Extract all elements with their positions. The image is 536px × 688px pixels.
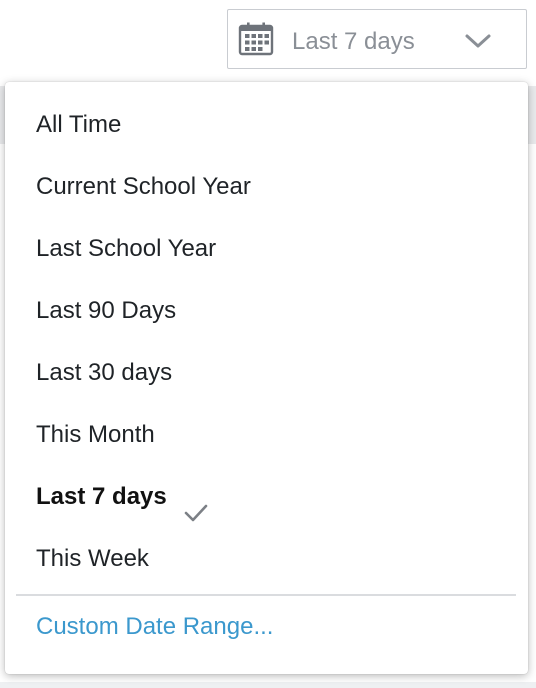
menu-item-all-time[interactable]: All Time xyxy=(5,94,528,156)
menu-item-label: All Time xyxy=(36,111,122,138)
page-background-edge xyxy=(528,86,536,144)
menu-item-label: This Month xyxy=(36,421,155,448)
menu-item-this-month[interactable]: This Month xyxy=(5,404,528,466)
chevron-down-icon xyxy=(464,32,492,50)
menu-item-last-30-days[interactable]: Last 30 days xyxy=(5,342,528,404)
menu-item-label: Last School Year xyxy=(36,235,217,262)
menu-item-last-7-days[interactable]: Last 7 days xyxy=(5,466,528,528)
menu-item-label: Last 30 days xyxy=(36,359,173,386)
menu-item-label: This Week xyxy=(36,545,149,572)
menu-item-last-90-days[interactable]: Last 90 Days xyxy=(5,280,528,342)
menu-item-last-school-year[interactable]: Last School Year xyxy=(5,218,528,280)
menu-item-label: Last 90 Days xyxy=(36,297,177,324)
date-range-menu: All Time Current School Year Last School… xyxy=(5,82,528,674)
calendar-icon xyxy=(238,22,274,56)
menu-item-label: Current School Year xyxy=(36,173,251,200)
page-background-edge xyxy=(0,682,536,688)
menu-item-label: Last 7 days xyxy=(36,483,167,510)
date-range-selected-label: Last 7 days xyxy=(292,28,415,55)
menu-item-current-school-year[interactable]: Current School Year xyxy=(5,156,528,218)
menu-item-this-week[interactable]: This Week xyxy=(5,528,528,590)
custom-date-range-link[interactable]: Custom Date Range... xyxy=(5,596,528,658)
date-range-dropdown[interactable]: Last 7 days xyxy=(227,9,527,69)
checkmark-icon xyxy=(183,485,209,521)
